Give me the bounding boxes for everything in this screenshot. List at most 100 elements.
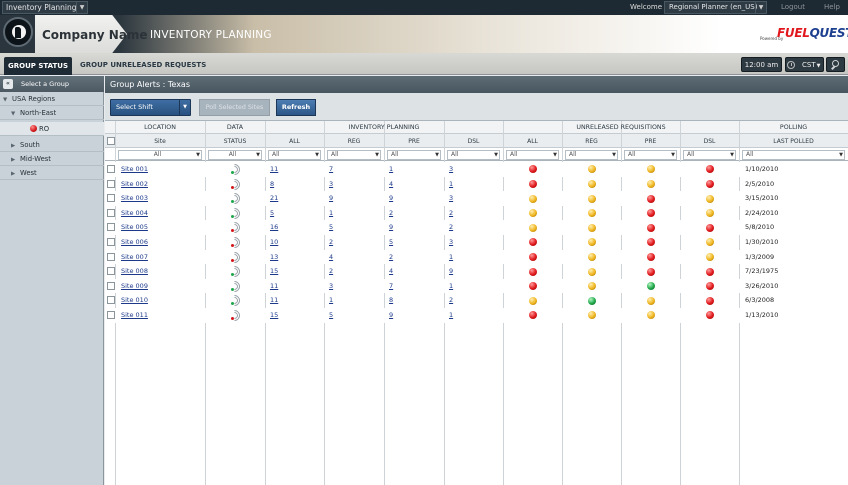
- inventory-count-link[interactable]: 9: [329, 191, 333, 206]
- table-row[interactable]: [105, 191, 848, 206]
- row-checkbox[interactable]: [107, 281, 115, 290]
- inventory-count-link[interactable]: 3: [449, 235, 453, 250]
- column-header[interactable]: REG: [562, 138, 621, 145]
- inventory-count-link[interactable]: 9: [389, 308, 393, 323]
- inventory-count-link[interactable]: 5: [329, 308, 333, 323]
- column-filter[interactable]: All ▼: [118, 150, 202, 160]
- search-button[interactable]: [826, 57, 845, 72]
- expanded-arrow-icon[interactable]: ▼: [3, 93, 12, 107]
- row-checkbox[interactable]: [107, 223, 115, 232]
- inventory-count-link[interactable]: 3: [329, 177, 333, 192]
- inventory-count-link[interactable]: 1: [449, 308, 453, 323]
- logout-link[interactable]: Logout: [781, 3, 805, 11]
- inventory-count-link[interactable]: 15: [270, 308, 278, 323]
- column-header[interactable]: ALL: [265, 138, 324, 145]
- row-checkbox[interactable]: [107, 208, 115, 217]
- site-link[interactable]: Site 007: [121, 250, 148, 265]
- tree-item-ro[interactable]: RO: [0, 122, 104, 136]
- row-checkbox[interactable]: [107, 165, 115, 173]
- column-filter[interactable]: All ▼: [742, 150, 845, 160]
- inventory-count-link[interactable]: 4: [389, 264, 393, 279]
- table-row[interactable]: [105, 308, 848, 323]
- tree-item-west[interactable]: ▶ West: [0, 166, 104, 180]
- collapsed-arrow-icon[interactable]: ▶: [11, 153, 20, 167]
- table-row[interactable]: [105, 249, 848, 265]
- inventory-count-link[interactable]: 7: [389, 279, 393, 294]
- select-all-checkbox[interactable]: [107, 137, 115, 145]
- column-filter[interactable]: All ▼: [506, 150, 559, 160]
- site-link[interactable]: Site 009: [121, 279, 148, 294]
- column-filter[interactable]: All ▼: [387, 150, 441, 160]
- inventory-count-link[interactable]: 2: [329, 235, 333, 250]
- column-header[interactable]: PRE: [621, 138, 680, 145]
- row-checkbox[interactable]: [107, 267, 115, 276]
- column-filter[interactable]: All ▼: [565, 150, 618, 160]
- column-filter[interactable]: All ▼: [624, 150, 677, 160]
- table-row[interactable]: [105, 220, 848, 235]
- site-link[interactable]: Site 002: [121, 177, 148, 192]
- inventory-count-link[interactable]: 4: [329, 250, 333, 265]
- inventory-count-link[interactable]: 5: [329, 220, 333, 235]
- row-checkbox[interactable]: [107, 179, 115, 188]
- inventory-count-link[interactable]: 1: [389, 162, 393, 177]
- column-header[interactable]: PRE: [384, 138, 444, 145]
- site-link[interactable]: Site 006: [121, 235, 148, 250]
- refresh-button[interactable]: Refresh: [276, 99, 316, 116]
- collapse-sidebar-button[interactable]: «: [3, 79, 13, 89]
- site-link[interactable]: Site 008: [121, 264, 148, 279]
- tree-item-mid-west[interactable]: ▶ Mid-West: [0, 152, 104, 166]
- site-link[interactable]: Site 004: [121, 206, 148, 221]
- select-shift-dropdown[interactable]: Select Shift ▼: [110, 99, 191, 116]
- inventory-count-link[interactable]: 2: [329, 264, 333, 279]
- inventory-count-link[interactable]: 1: [449, 177, 453, 192]
- inventory-count-link[interactable]: 5: [270, 206, 274, 221]
- row-checkbox[interactable]: [107, 311, 115, 319]
- inventory-count-link[interactable]: 4: [389, 177, 393, 192]
- table-row[interactable]: [105, 206, 848, 221]
- tab-group-status[interactable]: GROUP STATUS: [4, 57, 72, 75]
- inventory-count-link[interactable]: 7: [329, 162, 333, 177]
- inventory-count-link[interactable]: 8: [270, 177, 274, 192]
- inventory-count-link[interactable]: 2: [389, 206, 393, 221]
- inventory-count-link[interactable]: 9: [449, 264, 453, 279]
- column-header[interactable]: LAST POLLED: [739, 138, 848, 145]
- timezone-select[interactable]: CST▼: [785, 57, 824, 72]
- column-header[interactable]: ALL: [503, 138, 562, 145]
- inventory-count-link[interactable]: 1: [449, 250, 453, 265]
- column-filter[interactable]: All ▼: [327, 150, 381, 160]
- help-link[interactable]: Help: [824, 3, 840, 11]
- site-link[interactable]: Site 001: [121, 162, 148, 177]
- site-link[interactable]: Site 011: [121, 308, 148, 323]
- row-checkbox[interactable]: [107, 252, 115, 261]
- column-header[interactable]: REG: [324, 138, 384, 145]
- inventory-count-link[interactable]: 11: [270, 279, 278, 294]
- table-row[interactable]: [105, 162, 848, 177]
- inventory-count-link[interactable]: 2: [449, 206, 453, 221]
- column-header[interactable]: DSL: [444, 138, 503, 145]
- inventory-count-link[interactable]: 11: [270, 293, 278, 308]
- table-row[interactable]: [105, 235, 848, 250]
- column-filter[interactable]: All ▼: [208, 150, 262, 160]
- inventory-count-link[interactable]: 2: [449, 220, 453, 235]
- user-role-select[interactable]: Regional Planner (en_US) ▼: [664, 1, 767, 14]
- tree-item-south[interactable]: ▶ South: [0, 138, 104, 152]
- inventory-count-link[interactable]: 2: [389, 250, 393, 265]
- row-checkbox[interactable]: [107, 194, 115, 203]
- inventory-count-link[interactable]: 21: [270, 191, 278, 206]
- inventory-count-link[interactable]: 3: [449, 191, 453, 206]
- column-header[interactable]: STATUS: [205, 138, 265, 145]
- row-checkbox[interactable]: [107, 296, 115, 305]
- table-row[interactable]: [105, 177, 848, 192]
- table-row[interactable]: [105, 278, 848, 294]
- inventory-count-link[interactable]: 3: [449, 162, 453, 177]
- tree-item-usa-regions[interactable]: ▼ USA Regions: [0, 92, 104, 106]
- expanded-arrow-icon[interactable]: ▼: [11, 107, 20, 121]
- inventory-count-link[interactable]: 2: [449, 293, 453, 308]
- row-checkbox[interactable]: [107, 238, 115, 246]
- tree-item-north-east[interactable]: ▼ North-East: [0, 106, 104, 120]
- column-filter[interactable]: All ▼: [268, 150, 321, 160]
- collapsed-arrow-icon[interactable]: ▶: [11, 167, 20, 181]
- column-filter[interactable]: All ▼: [683, 150, 736, 160]
- inventory-count-link[interactable]: 3: [329, 279, 333, 294]
- inventory-count-link[interactable]: 9: [389, 220, 393, 235]
